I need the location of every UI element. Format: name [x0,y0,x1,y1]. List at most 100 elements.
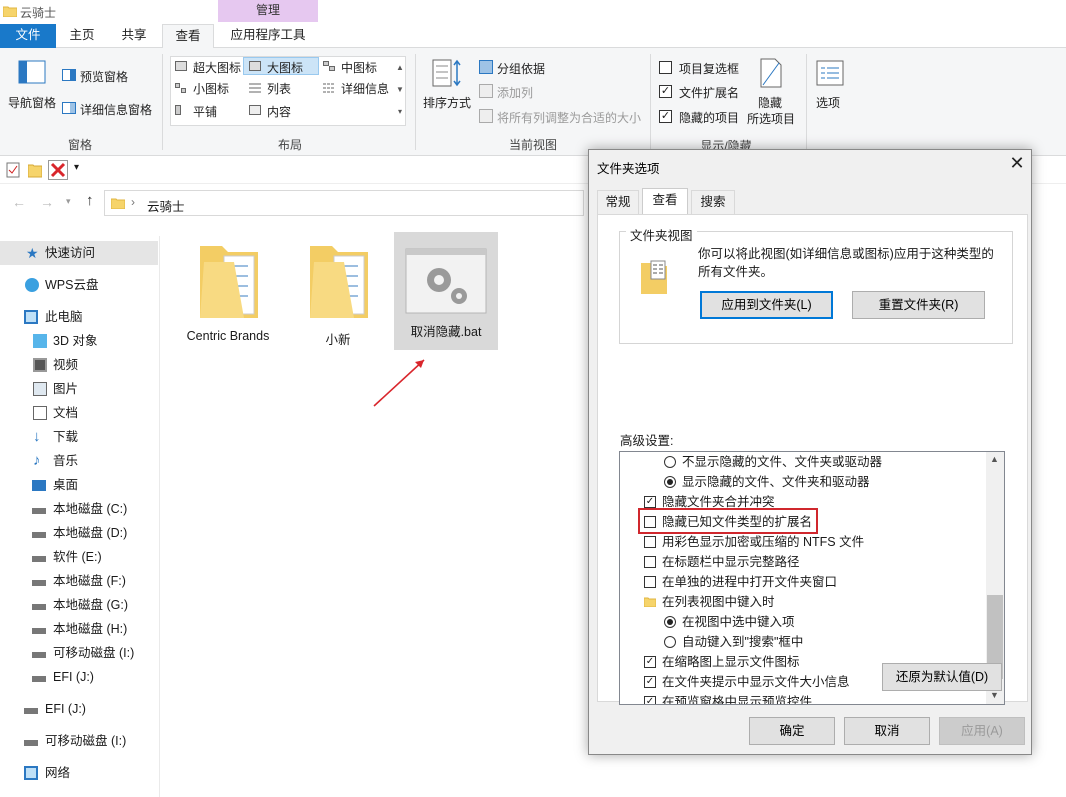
reset-folders-button[interactable]: 重置文件夹(R) [852,291,985,319]
picture-icon [33,382,47,396]
address-bar[interactable]: › 云骑士 [104,190,584,216]
hidden-items-label: 隐藏的项目 [679,111,740,125]
file-extensions-checkbox[interactable]: ✓ [659,85,672,98]
nav-pictures[interactable]: 图片 [0,377,158,401]
checkbox-color-ntfs[interactable] [644,536,656,548]
close-icon[interactable]: ✕ [1007,154,1027,174]
layout-large[interactable]: 大图标 [267,59,303,76]
restore-defaults-button[interactable]: 还原为默认值(D) [882,663,1002,691]
nav-drive-h[interactable]: 本地磁盘 (H:) [0,617,158,641]
file-item-bat-selected[interactable]: 取消隐藏.bat [394,232,498,350]
breadcrumb-current[interactable]: 云骑士 [147,196,185,215]
nav-pane-button[interactable]: 导航窗格 [8,94,56,111]
layout-details[interactable]: 详细信息 [341,80,389,97]
adv-row[interactable]: ✓ 在预览窗格中显示预览控件 [620,692,986,704]
forward-icon[interactable]: → [40,194,54,210]
ok-button[interactable]: 确定 [749,717,835,745]
ribbon-separator [806,54,807,150]
file-item-folder[interactable]: Centric Brands [176,236,280,348]
properties-icon[interactable] [6,162,20,178]
recent-locations-icon[interactable]: ▾ [66,196,71,207]
checkbox-preview-handlers[interactable]: ✓ [644,696,656,704]
nav-drive-e[interactable]: 软件 (E:) [0,545,158,569]
adv-row[interactable]: 自动键入到"搜索"框中 [620,632,986,652]
nav-this-pc[interactable]: 此电脑 [0,305,158,329]
layout-medium[interactable]: 中图标 [341,59,377,76]
nav-quick-access[interactable]: ★ 快速访问 [0,241,158,265]
checkbox-hide-merge-conflicts[interactable]: ✓ [644,496,656,508]
nav-music[interactable]: ♪ 音乐 [0,449,158,473]
layout-content[interactable]: 内容 [267,103,291,120]
apply-button[interactable]: 应用(A) [939,717,1025,745]
folder-icon [644,597,656,607]
nav-drive-d[interactable]: 本地磁盘 (D:) [0,521,158,545]
back-icon[interactable]: ← [12,194,26,210]
nav-drive-c[interactable]: 本地磁盘 (C:) [0,497,158,521]
context-tab-manage[interactable]: 管理 [218,0,318,22]
checkbox-full-path[interactable] [644,556,656,568]
checkbox-thumbnail-icons[interactable]: ✓ [644,656,656,668]
hide-selected-label-1[interactable]: 隐藏 [758,94,782,111]
adv-row[interactable]: 用彩色显示加密或压缩的 NTFS 文件 [620,532,986,552]
ribbon-separator [650,54,651,150]
radio-select-typed[interactable] [664,616,676,628]
tab-share[interactable]: 共享 [110,24,158,48]
checkbox-size-info[interactable]: ✓ [644,676,656,688]
layout-small[interactable]: 小图标 [193,80,229,97]
nav-pane-icon [18,60,46,84]
item-checkboxes-checkbox[interactable] [659,61,672,74]
new-folder-icon[interactable] [28,162,42,178]
hidden-items-checkbox[interactable]: ✓ [659,110,672,123]
nav-videos[interactable]: 视频 [0,353,158,377]
tab-home[interactable]: 主页 [58,24,106,48]
tab-file[interactable]: 文件 [0,24,56,48]
gallery-scroll-arrows[interactable]: ▲ ▼ ▾ [395,57,405,125]
fit-columns-button[interactable]: 将所有列调整为合适的大小 [497,109,641,126]
nav-drive-g[interactable]: 本地磁盘 (G:) [0,593,158,617]
cancel-button[interactable]: 取消 [844,717,930,745]
radio-dont-show-hidden[interactable] [664,456,676,468]
delete-icon[interactable] [48,160,68,180]
scroll-up-icon[interactable]: ▲ [990,454,999,464]
add-column-button[interactable]: 添加列 [497,84,533,101]
layout-tiles[interactable]: 平铺 [193,103,217,120]
nav-drive-i[interactable]: 可移动磁盘 (I:) [0,641,158,665]
adv-row[interactable]: 不显示隐藏的文件、文件夹或驱动器 [620,452,986,472]
layout-list[interactable]: 列表 [267,80,291,97]
sort-by-button[interactable]: 排序方式 [423,94,471,111]
nav-drive-j[interactable]: EFI (J:) [0,665,158,689]
details-pane-button[interactable]: 详细信息窗格 [80,101,152,118]
file-item-folder[interactable]: 小新 [286,236,390,348]
layout-extra-large[interactable]: 超大图标 [193,59,241,76]
radio-type-search[interactable] [664,636,676,648]
tab-search[interactable]: 搜索 [691,190,735,214]
nav-desktop[interactable]: 桌面 [0,473,158,497]
adv-row[interactable]: 在视图中选中键入项 [620,612,986,632]
adv-row[interactable]: 在标题栏中显示完整路径 [620,552,986,572]
layout-gallery: 超大图标 大图标 中图标 小图标 列表 详细信息 平铺 内容 ▲ ▼ ▾ [170,56,406,126]
scroll-down-icon[interactable]: ▼ [990,690,999,700]
tab-view[interactable]: 查看 [642,188,688,215]
checkbox-separate-process[interactable] [644,576,656,588]
nav-wps-cloud[interactable]: WPS云盘 [0,273,158,297]
adv-row[interactable]: 在单独的进程中打开文件夹窗口 [620,572,986,592]
nav-efi-root[interactable]: EFI (J:) [0,697,158,721]
radio-show-hidden[interactable] [664,476,676,488]
tab-view[interactable]: 查看 [162,24,214,49]
apply-to-folders-button[interactable]: 应用到文件夹(L) [700,291,833,319]
options-button[interactable]: 选项 [816,94,840,111]
group-by-button[interactable]: 分组依据 [497,60,545,77]
up-icon[interactable]: ↑ [86,192,94,209]
adv-row[interactable]: 显示隐藏的文件、文件夹和驱动器 [620,472,986,492]
hide-selected-label-2[interactable]: 所选项目 [747,110,795,127]
tab-app-tools[interactable]: 应用程序工具 [218,24,318,48]
tab-general[interactable]: 常规 [597,190,639,214]
customize-qat-icon[interactable]: ▾ [74,162,79,173]
preview-pane-button[interactable]: 预览窗格 [80,68,128,85]
nav-downloads[interactable]: ↓ 下载 [0,425,158,449]
nav-3d-objects[interactable]: 3D 对象 [0,329,158,353]
nav-network[interactable]: 网络 [0,761,158,785]
nav-removable-root[interactable]: 可移动磁盘 (I:) [0,729,158,753]
nav-drive-f[interactable]: 本地磁盘 (F:) [0,569,158,593]
nav-documents[interactable]: 文档 [0,401,158,425]
